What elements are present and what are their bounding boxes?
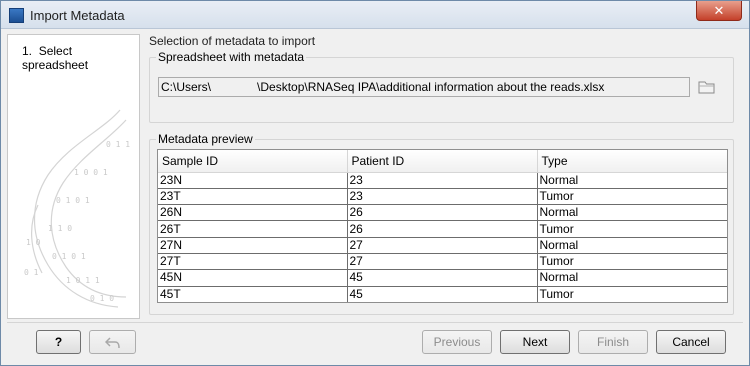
- section-title: Selection of metadata to import: [149, 34, 316, 48]
- close-icon: ✕: [713, 3, 725, 18]
- folder-icon[interactable]: [698, 79, 716, 95]
- table-row[interactable]: 27N 27 Normal: [158, 237, 727, 254]
- type-cell: Tumor: [537, 220, 727, 238]
- help-button[interactable]: ?: [36, 330, 81, 354]
- table-row[interactable]: 23N 23 Normal: [158, 172, 727, 189]
- type-cell: Tumor: [537, 253, 727, 271]
- sample-id-cell: 23N: [158, 172, 348, 189]
- patient-id-cell: 27: [347, 237, 538, 254]
- svg-text:1 0 1 1: 1 0 1 1: [66, 276, 100, 285]
- cancel-button[interactable]: Cancel: [656, 330, 726, 354]
- svg-text:1 0 0 1: 1 0 0 1: [74, 168, 108, 177]
- type-cell: Normal: [537, 204, 727, 222]
- title-bar[interactable]: Import Metadata ✕: [1, 1, 749, 29]
- table-row[interactable]: 23T 23 Tumor: [158, 188, 727, 206]
- table-row[interactable]: 45T 45 Tumor: [158, 286, 727, 302]
- table-row[interactable]: 27T 27 Tumor: [158, 253, 727, 271]
- type-cell: Normal: [537, 172, 727, 189]
- type-cell: Tumor: [537, 286, 727, 302]
- type-cell: Normal: [537, 269, 727, 287]
- next-button[interactable]: Next: [500, 330, 570, 354]
- finish-button[interactable]: Finish: [578, 330, 648, 354]
- sample-id-cell: 26N: [158, 204, 348, 222]
- column-header-patient-id[interactable]: Patient ID: [347, 150, 538, 173]
- sample-id-cell: 45N: [158, 269, 348, 287]
- table-row[interactable]: 45N 45 Normal: [158, 269, 727, 287]
- svg-text:0 1 0 1: 0 1 0 1: [56, 196, 90, 205]
- patient-id-cell: 45: [347, 286, 538, 302]
- sample-id-cell: 45T: [158, 286, 348, 302]
- patient-id-cell: 23: [347, 188, 538, 206]
- column-header-type[interactable]: Type: [537, 150, 727, 173]
- sample-id-cell: 23T: [158, 188, 348, 206]
- sample-id-cell: 27N: [158, 237, 348, 254]
- footer-divider: [7, 322, 743, 323]
- column-header-sample-id[interactable]: Sample ID: [158, 150, 348, 173]
- dna-swirl-decoration-icon: 0 1 1 1 0 0 1 0 1 0 1 1 1 0 0 1 0 1 1 0 …: [24, 109, 130, 308]
- previous-button[interactable]: Previous: [422, 330, 492, 354]
- svg-text:0 1 0 1: 0 1 0 1: [52, 252, 86, 261]
- spreadsheet-group-legend: Spreadsheet with metadata: [156, 50, 307, 64]
- app-icon: [9, 8, 24, 23]
- patient-id-cell: 26: [347, 220, 538, 238]
- close-button[interactable]: ✕: [696, 1, 742, 21]
- svg-text:1 1 0: 1 1 0: [48, 224, 72, 233]
- patient-id-cell: 45: [347, 269, 538, 287]
- path-prefix: C:\Users\: [161, 80, 212, 94]
- table-row[interactable]: 26N 26 Normal: [158, 204, 727, 222]
- patient-id-cell: 26: [347, 204, 538, 222]
- svg-text:0 1 0: 0 1 0: [90, 294, 114, 303]
- svg-text:0 1: 0 1: [24, 268, 39, 277]
- type-cell: Tumor: [537, 188, 727, 206]
- patient-id-cell: 27: [347, 253, 538, 271]
- table-row[interactable]: 26T 26 Tumor: [158, 220, 727, 238]
- sample-id-cell: 27T: [158, 253, 348, 271]
- undo-arrow-icon: [104, 337, 120, 349]
- svg-text:0 1 1: 0 1 1: [106, 140, 130, 149]
- sample-id-cell: 26T: [158, 220, 348, 238]
- patient-id-cell: 23: [347, 172, 538, 189]
- svg-text:1 0: 1 0: [26, 238, 41, 247]
- metadata-preview-table[interactable]: Sample ID Patient ID Type 23N 23 Normal …: [157, 149, 728, 303]
- wizard-steps-panel: 1. Select spreadsheet 0 1 1 1 0 0 1 0 1 …: [7, 34, 140, 319]
- metadata-preview-legend: Metadata preview: [156, 132, 255, 146]
- path-suffix: \Desktop\RNASeq IPA\additional informati…: [257, 80, 605, 94]
- import-metadata-dialog: Import Metadata ✕ 1. Select spreadsheet …: [0, 0, 750, 366]
- table-header-row: Sample ID Patient ID Type: [158, 150, 727, 173]
- window-title: Import Metadata: [30, 8, 125, 23]
- type-cell: Normal: [537, 237, 727, 254]
- spreadsheet-path-field[interactable]: C:\Users\ \Desktop\RNASeq IPA\additional …: [158, 77, 690, 97]
- undo-button[interactable]: [89, 330, 136, 354]
